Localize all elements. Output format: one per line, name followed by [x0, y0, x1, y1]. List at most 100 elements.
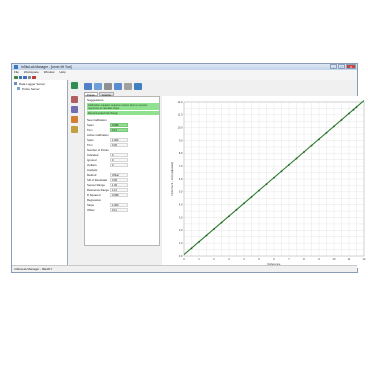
data-point [205, 234, 208, 237]
close-button[interactable]: ✕ [346, 64, 356, 69]
options-icon[interactable] [124, 83, 132, 90]
suggestion-message: Recommended fail change [87, 111, 159, 115]
x-tick-label: 0 [183, 257, 185, 261]
export-icon[interactable] [71, 116, 78, 123]
data-point [355, 106, 358, 109]
pan-icon[interactable] [94, 83, 102, 90]
save-icon[interactable] [104, 83, 112, 90]
data-point [235, 208, 238, 211]
window-title: InSituLab Manager - [Level 4H Tool] [21, 65, 72, 69]
data-point [303, 151, 305, 153]
value-row: Offset 0.11 [87, 207, 159, 212]
row-value: 1.000 [110, 137, 128, 142]
probe-icon [17, 87, 20, 90]
status-text: InSituLab Manager - READY [14, 267, 53, 271]
data-point [340, 119, 343, 121]
y-tick-label: 10.0 [177, 126, 183, 130]
row-value: 1.11 [110, 187, 128, 192]
calibration-panel: Suggestions Calibration equation require… [84, 96, 160, 246]
data-point [273, 176, 275, 179]
app-window: InSituLab Manager - [Level 4H Tool] – □ … [11, 63, 368, 273]
row-value: 1.000 [110, 202, 128, 207]
data-point [333, 125, 335, 128]
connect-icon[interactable] [14, 75, 18, 80]
x-tick-label: 6 [273, 257, 275, 261]
data-point [265, 183, 268, 186]
settings-icon[interactable] [27, 75, 31, 80]
row-value: 0.11 [110, 127, 128, 132]
y-tick-label: 7.0 [179, 164, 183, 168]
data-point [325, 131, 328, 134]
row-value: 1.00 [110, 182, 128, 187]
status-bar: InSituLab Manager - READY [12, 265, 357, 272]
row-label: Offset [87, 208, 95, 212]
x-tick-label: 2 [213, 257, 215, 261]
panel-header: Suggestions [87, 98, 104, 102]
maximize-button[interactable]: □ [338, 64, 345, 69]
x-tick-label: 5 [258, 257, 260, 261]
row-value: 0.996 [110, 122, 128, 127]
window-controls: – □ ✕ [330, 64, 356, 69]
tree-item-child[interactable]: Probe Server [22, 87, 40, 91]
data-point [352, 108, 355, 111]
x-tick-label: 8 [303, 257, 305, 261]
y-tick-label: 6.0 [179, 177, 183, 181]
y-axis-label: Instrument - Unit (adjusted) [170, 162, 174, 196]
x-tick-label: 7 [288, 257, 290, 261]
data-point [250, 196, 253, 198]
y-tick-label: 2.0 [179, 228, 183, 232]
data-point [280, 170, 283, 173]
zoom-icon[interactable] [84, 83, 92, 90]
refresh-icon[interactable] [134, 83, 142, 90]
data-point [288, 163, 290, 166]
forward-icon[interactable] [23, 75, 27, 80]
data-point [228, 215, 230, 218]
print-icon[interactable] [71, 126, 78, 133]
x-tick-label: 12 [363, 257, 366, 261]
data-point [243, 202, 245, 205]
back-icon[interactable] [18, 75, 22, 80]
report-icon[interactable] [71, 96, 78, 103]
x-tick-label: 10 [333, 257, 336, 261]
y-tick-label: 8.0 [179, 151, 183, 155]
calibrate-icon[interactable] [71, 82, 78, 89]
tree-item-root[interactable]: Data Logger Server [19, 82, 45, 86]
stop-icon[interactable] [32, 75, 36, 80]
calibration-chart: 0 1 2 3 4 5 6 7 8 9 10 11 12 0.0 1.0 2.0 3.0 4.0 5.0 6.0 7.0… [162, 96, 368, 268]
data-point [295, 157, 298, 160]
row-value: 0.11 [110, 207, 128, 212]
chart-toolbar [84, 83, 142, 91]
minimize-button[interactable]: – [330, 64, 337, 69]
data-point [213, 228, 215, 230]
x-tick-label: 4 [243, 257, 245, 261]
row-value: 0 [110, 157, 128, 162]
y-tick-label: 3.0 [179, 215, 183, 219]
data-point [220, 221, 223, 224]
row-value: Offset [110, 172, 128, 177]
data-point [258, 189, 260, 192]
chart-svg: 0 1 2 3 4 5 6 7 8 9 10 11 120.01.02.03.04.05.06.07.0… [170, 100, 366, 266]
row-value: 0.00 [110, 177, 128, 182]
app-icon [14, 65, 18, 69]
data-point [348, 112, 350, 115]
x-tick-label: 11 [348, 257, 351, 261]
data-point [190, 247, 193, 250]
row-value: 0.998 [110, 192, 128, 197]
data-point [318, 138, 320, 141]
edit-icon[interactable] [71, 106, 78, 113]
row-value: 0.00 [110, 142, 128, 147]
y-tick-label: 1.0 [179, 241, 183, 245]
y-tick-label: 5.0 [179, 190, 183, 194]
row-value: 0 [110, 162, 128, 167]
copy-icon[interactable] [114, 83, 122, 90]
data-point [310, 144, 313, 147]
y-tick-label: 12.0 [177, 100, 183, 104]
data-point [198, 240, 200, 243]
side-toolbar [71, 80, 79, 267]
x-tick-label: 3 [228, 257, 230, 261]
y-tick-label: 9.0 [179, 138, 183, 142]
row-value: 0 [110, 152, 128, 157]
y-tick-label: 11.0 [178, 113, 183, 117]
x-tick-label: 1 [198, 257, 200, 261]
x-tick-label: 9 [318, 257, 320, 261]
